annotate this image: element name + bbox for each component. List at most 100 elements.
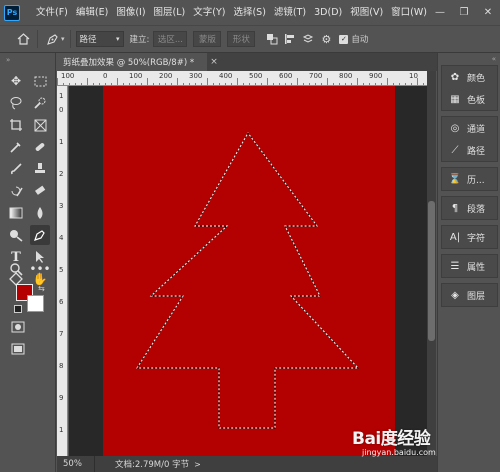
healing-brush-tool-icon[interactable]	[30, 137, 50, 157]
panel-label: 属性	[467, 262, 486, 273]
eyedropper-tool-icon[interactable]	[6, 137, 26, 157]
marquee-tool-icon[interactable]	[30, 71, 50, 91]
home-icon[interactable]	[14, 30, 32, 48]
panel-layers[interactable]: ◈ 图层	[442, 284, 497, 306]
chevron-down-icon[interactable]: ▾	[61, 35, 65, 43]
panel-history[interactable]: ⌛ 历...	[442, 168, 497, 190]
make-selection-button[interactable]: 选区...	[153, 31, 188, 47]
ruler-label: 4	[59, 234, 64, 242]
pen-tool-icon[interactable]	[30, 225, 50, 245]
menu-view[interactable]: 视图(V)	[346, 0, 387, 25]
dodge-tool-icon[interactable]	[6, 225, 26, 245]
panel-label: 历...	[467, 175, 485, 186]
character-icon: A|	[449, 231, 461, 243]
path-operations-icon[interactable]	[263, 30, 281, 48]
collapse-panels-icon[interactable]: «	[492, 55, 496, 63]
chevron-right-icon[interactable]: >	[194, 460, 201, 469]
panel-group-character: A| 字符	[441, 225, 498, 249]
background-color-swatch[interactable]	[27, 295, 44, 312]
brush-tool-icon[interactable]	[6, 159, 26, 179]
panel-group-layers: ◈ 图层	[441, 283, 498, 307]
auto-add-delete-checkbox[interactable]: ✓	[339, 34, 349, 44]
close-button[interactable]: ✕	[478, 0, 498, 25]
more-tools-icon[interactable]: •••	[29, 259, 50, 279]
divider	[37, 30, 38, 48]
swap-colors-icon[interactable]: ⇆	[38, 284, 45, 293]
photoshop-logo-icon[interactable]: Ps	[4, 4, 20, 21]
ruler-label: 3	[59, 202, 64, 210]
path-alignment-icon[interactable]	[281, 30, 299, 48]
panel-channels[interactable]: ◎ 通道	[442, 117, 497, 139]
make-shape-button[interactable]: 形状	[227, 31, 256, 47]
ruler-label: 2	[59, 170, 64, 178]
panel-character[interactable]: A| 字符	[442, 226, 497, 248]
vertical-scrollbar[interactable]	[427, 71, 436, 456]
document-tab[interactable]: 剪纸叠加效果 @ 50%(RGB/8#) *	[57, 53, 207, 71]
zoom-level[interactable]: 50%	[57, 456, 95, 472]
menu-window[interactable]: 窗口(W)	[387, 0, 431, 25]
menu-layer[interactable]: 图层(L)	[150, 0, 190, 25]
menu-items: 文件(F) 编辑(E) 图像(I) 图层(L) 文字(Y) 选择(S) 滤镜(T…	[32, 0, 431, 25]
gradient-tool-icon[interactable]	[6, 203, 26, 223]
zoom-tool-icon[interactable]	[6, 259, 26, 279]
panel-properties[interactable]: ☰ 属性	[442, 255, 497, 277]
color-palette-icon: ✿	[450, 71, 460, 83]
blur-tool-icon[interactable]	[30, 203, 50, 223]
pen-tool-preset-icon[interactable]	[43, 30, 61, 48]
frame-tool-icon[interactable]	[30, 115, 50, 135]
menu-filter[interactable]: 滤镜(T)	[270, 0, 310, 25]
panel-label: 颜色	[467, 73, 486, 84]
menu-image[interactable]: 图像(I)	[112, 0, 149, 25]
tree-path-selection[interactable]	[69, 86, 427, 456]
panel-label: 色板	[467, 95, 486, 106]
quick-mask-icon[interactable]	[8, 317, 28, 337]
menu-3d[interactable]: 3D(D)	[310, 0, 346, 25]
panel-swatches[interactable]: ▦ 色板	[442, 88, 497, 110]
tool-mode-select[interactable]: 路径 ▾	[75, 31, 124, 47]
options-bar: ▾ 路径 ▾ 建立: 选区... 蒙版 形状 ⚙ ✓ 自动	[0, 25, 500, 53]
ruler-label: 6	[59, 298, 64, 306]
ruler-label: 1	[59, 92, 64, 100]
paths-icon: ⟋	[451, 144, 459, 156]
tool-mode-value: 路径	[79, 35, 97, 45]
panel-paragraph[interactable]: ¶ 段落	[442, 197, 497, 219]
history-brush-tool-icon[interactable]	[6, 181, 26, 201]
default-colors-icon[interactable]	[14, 305, 22, 313]
channels-icon: ◎	[450, 122, 460, 134]
watermark-url: jingyan.baidu.com	[362, 448, 436, 457]
ruler-vertical: 1 0 1 2 3 4 5 6 7 8 9 1	[57, 86, 68, 456]
panel-label: 字符	[467, 233, 486, 244]
selection-outline-white	[136, 132, 360, 429]
panel-paths[interactable]: ⟋ 路径	[442, 139, 497, 161]
move-tool-icon[interactable]: ✥	[6, 71, 26, 91]
make-mask-button[interactable]: 蒙版	[193, 31, 222, 47]
panel-label: 段落	[467, 204, 486, 215]
menu-edit[interactable]: 编辑(E)	[72, 0, 112, 25]
panel-group-color: ✿ 颜色 ▦ 色板	[441, 65, 498, 111]
menu-file[interactable]: 文件(F)	[32, 0, 72, 25]
document-tab-bar: 剪纸叠加效果 @ 50%(RGB/8#) * ×	[57, 53, 437, 71]
auto-add-label: 自动	[351, 35, 369, 45]
menu-select[interactable]: 选择(S)	[229, 0, 269, 25]
clone-stamp-tool-icon[interactable]	[30, 159, 50, 179]
menu-type[interactable]: 文字(Y)	[189, 0, 229, 25]
crop-tool-icon[interactable]	[6, 115, 26, 135]
ruler-horizontal: 100 0 100 200 300 400 500 600 700 800 90…	[57, 71, 427, 86]
restore-button[interactable]: ❐	[454, 0, 474, 25]
panel-color[interactable]: ✿ 颜色	[442, 66, 497, 88]
paragraph-icon: ¶	[451, 202, 459, 214]
close-tab-icon[interactable]: ×	[207, 53, 221, 71]
lasso-tool-icon[interactable]	[6, 93, 26, 113]
path-arrangement-icon[interactable]	[299, 30, 317, 48]
gear-icon[interactable]: ⚙	[317, 30, 335, 48]
eraser-tool-icon[interactable]	[30, 181, 50, 201]
canvas-area[interactable]	[69, 86, 427, 456]
panel-group-paragraph: ¶ 段落	[441, 196, 498, 220]
chevron-down-icon: ▾	[116, 35, 120, 43]
scrollbar-thumb[interactable]	[428, 201, 435, 341]
properties-icon: ☰	[450, 260, 460, 272]
collapse-icon[interactable]: »	[6, 56, 10, 64]
screen-mode-icon[interactable]	[8, 339, 28, 359]
minimize-button[interactable]: —	[430, 0, 450, 25]
quick-selection-tool-icon[interactable]	[30, 93, 50, 113]
